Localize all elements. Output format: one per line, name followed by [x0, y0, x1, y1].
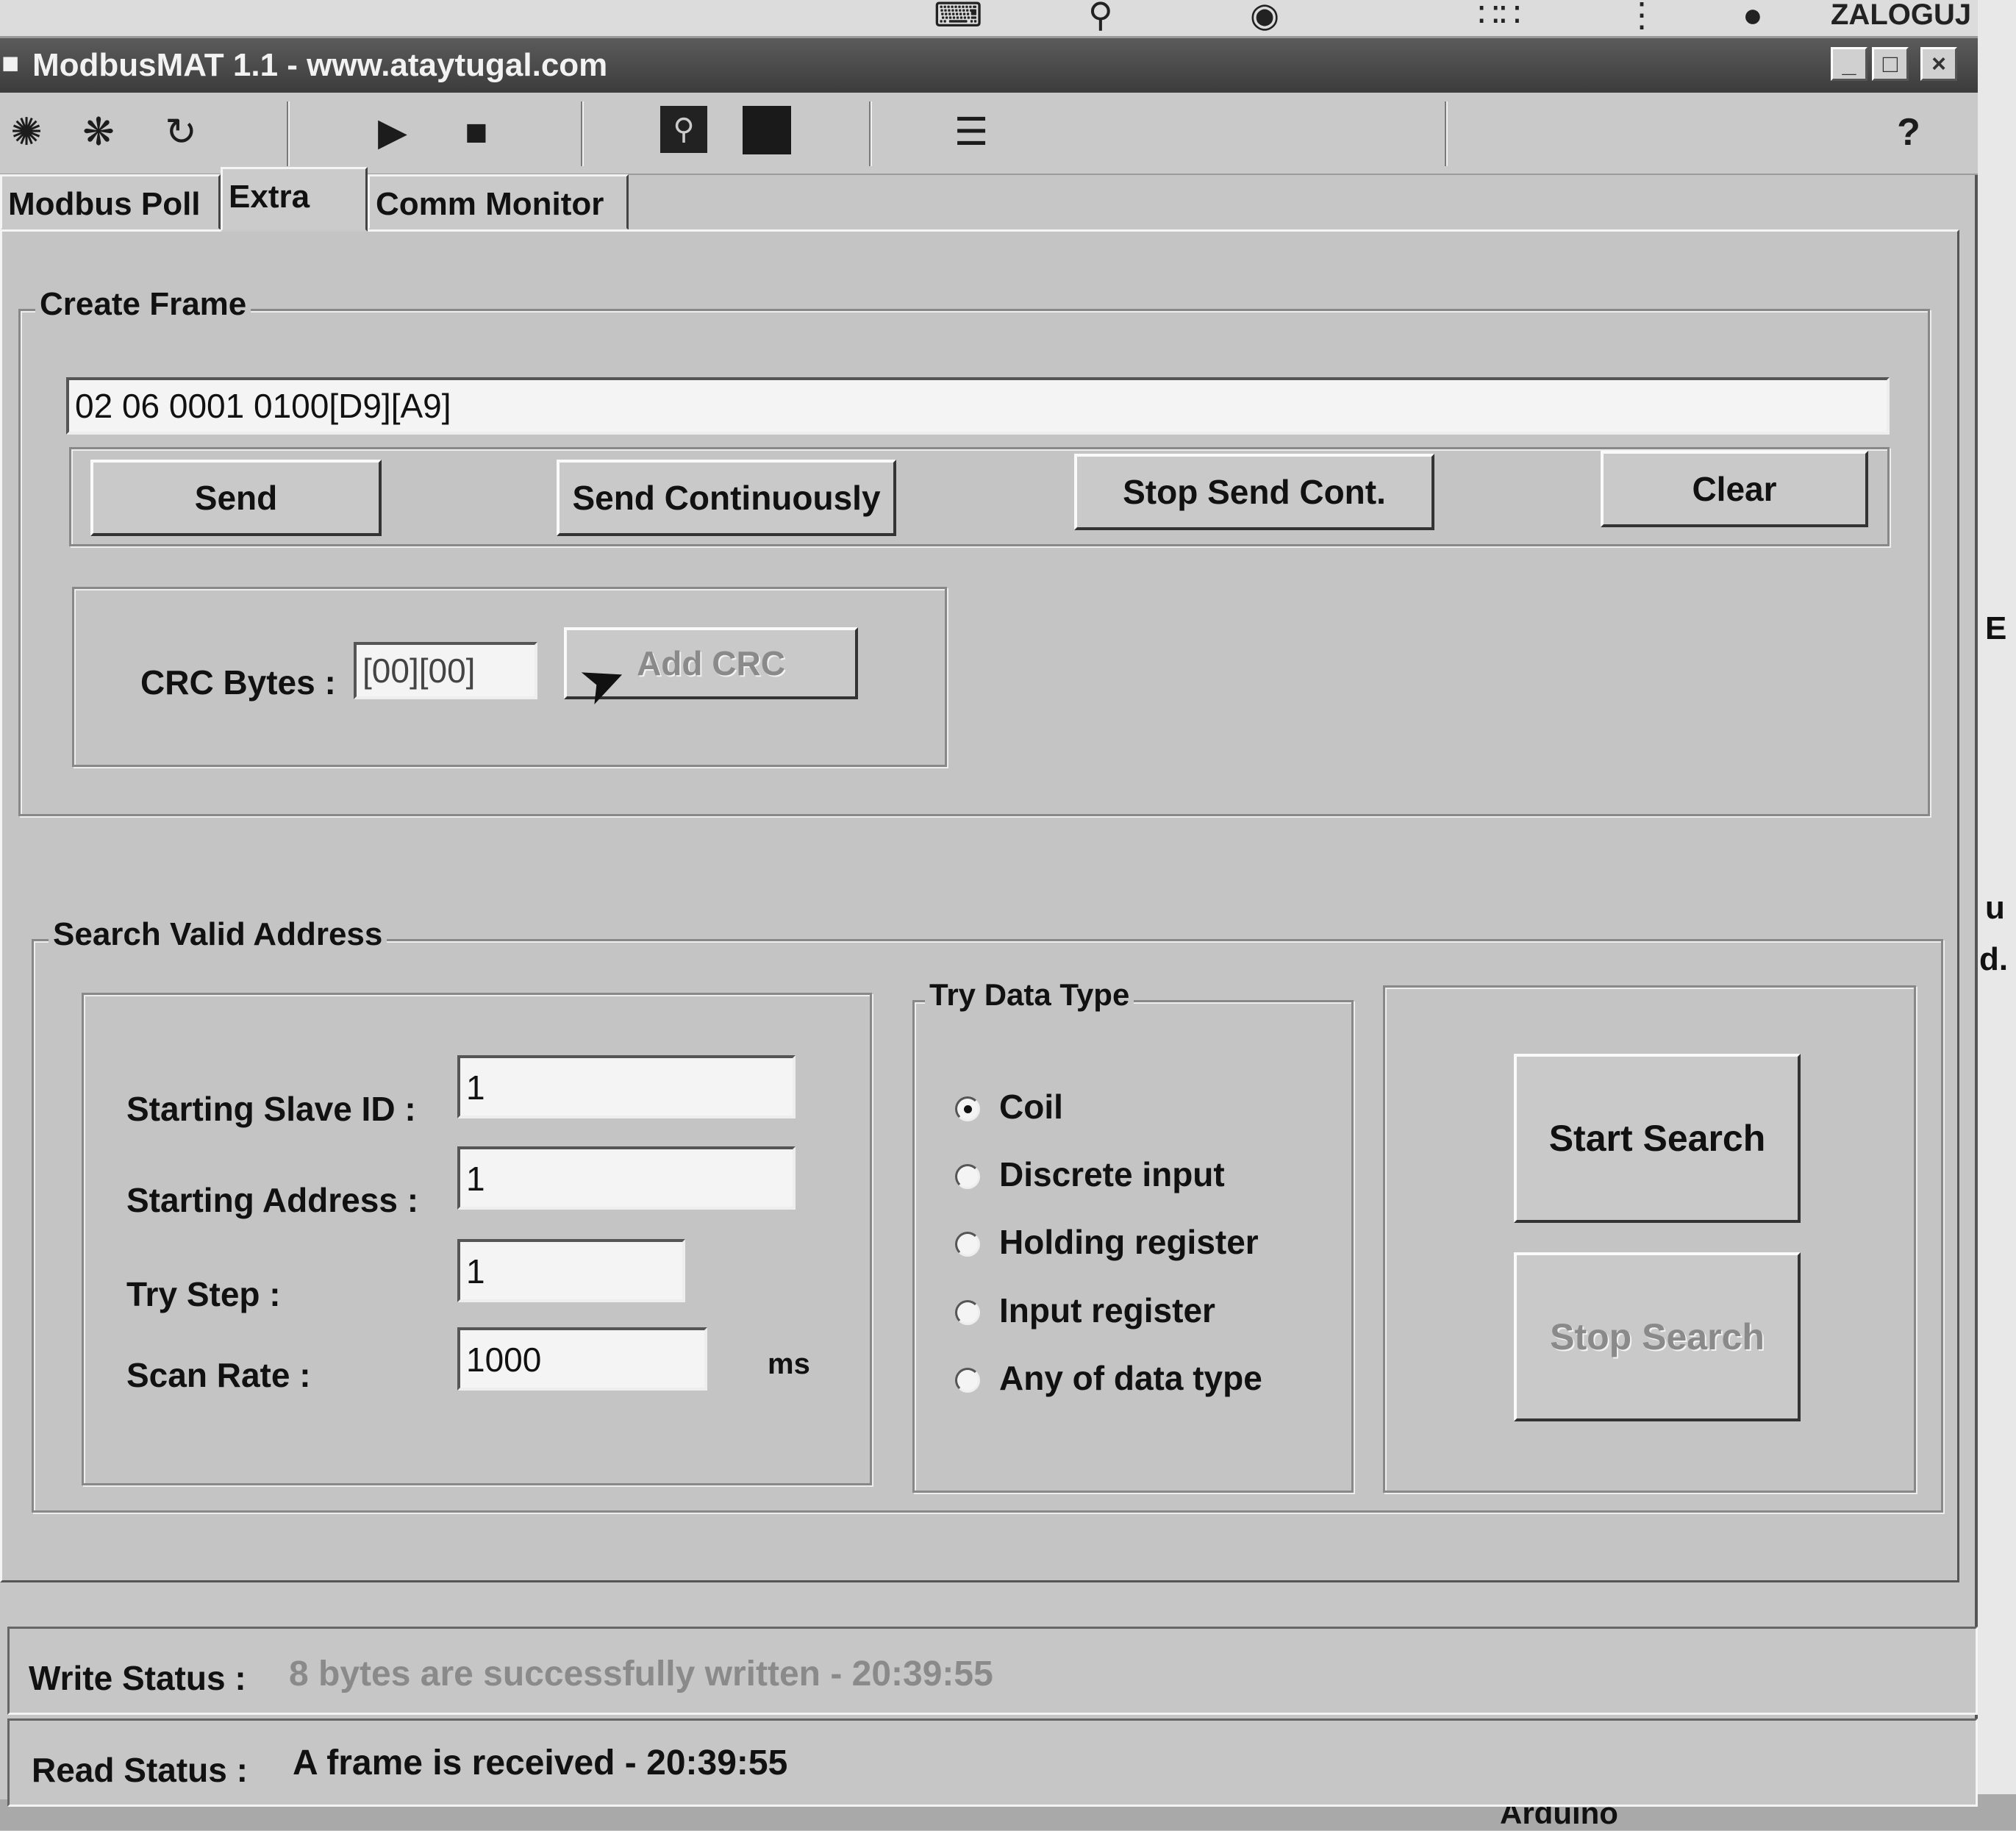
clear-button[interactable]: Clear — [1601, 451, 1868, 527]
read-status-value: A frame is received - 20:39:55 — [293, 1743, 788, 1782]
toolbar: ✺ ❋ ↻ ▶ ■ ⚲ ☰ ? — [0, 93, 1978, 175]
radio-label-coil[interactable]: Coil — [999, 1087, 1063, 1127]
radio-label-discrete-input[interactable]: Discrete input — [999, 1154, 1225, 1194]
create-frame-legend: Create Frame — [35, 286, 251, 323]
radio-coil[interactable] — [955, 1096, 980, 1121]
starting-address-field[interactable]: 1 — [457, 1146, 796, 1210]
radio-label-holding-register[interactable]: Holding register — [999, 1222, 1259, 1262]
crc-bytes-label: CRC Bytes : — [140, 663, 336, 702]
location-icon[interactable]: ◉ — [1250, 0, 1279, 32]
desktop-taskbar: ⌨ ⚲ ◉ ∷∷ ⋮ ● ZALOGUJ — [0, 0, 2016, 38]
write-status-label: Write Status : — [29, 1659, 246, 1697]
window-title: ModbusMAT 1.1 - www.ataytugal.com — [32, 47, 608, 83]
user-avatar-icon: ● — [1742, 0, 1763, 34]
login-text[interactable]: ZALOGUJ — [1831, 0, 1971, 29]
tab-comm-monitor[interactable]: Comm Monitor — [368, 174, 629, 230]
toolbar-separator — [581, 101, 584, 166]
help-icon[interactable]: ? — [1882, 106, 1935, 159]
write-status-bar: Write Status : 8 bytes are successfully … — [7, 1627, 1978, 1715]
radio-discrete-input[interactable] — [955, 1164, 980, 1189]
stop-square-icon[interactable] — [743, 106, 791, 154]
reconnect-icon[interactable]: ↻ — [154, 106, 207, 159]
tab-modbus-poll[interactable]: Modbus Poll — [0, 174, 221, 230]
frame-input[interactable]: 02 06 0001 0100[D9][A9] — [66, 377, 1890, 435]
scan-rate-label: Scan Rate : — [126, 1356, 311, 1394]
start-search-button[interactable]: Start Search — [1514, 1054, 1801, 1223]
try-data-type-group: Try Data Type Coil Discrete input Holdin… — [912, 977, 1354, 1493]
grid-icon[interactable]: ∷∷ — [1478, 0, 1521, 32]
play-icon[interactable]: ▶ — [366, 106, 419, 159]
read-status-bar: Read Status : A frame is received - 20:3… — [7, 1718, 1978, 1807]
search-buttons-panel: Start Search Stop Search — [1383, 985, 1916, 1493]
app-window: ■ ModbusMAT 1.1 - www.ataytugal.com _ □ … — [0, 38, 1978, 1807]
try-step-label: Try Step : — [126, 1275, 281, 1313]
background-text: E — [1985, 610, 2007, 646]
radio-any-data-type[interactable] — [955, 1368, 980, 1393]
list-icon[interactable]: ☰ — [945, 106, 998, 159]
scan-rate-unit: ms — [768, 1348, 810, 1380]
close-icon[interactable]: × — [1920, 47, 1957, 81]
toolbar-separator — [287, 101, 290, 166]
crc-panel: CRC Bytes : [00][00] Add CRC ➤ — [72, 587, 947, 767]
scan-rate-field[interactable]: 1000 — [457, 1327, 707, 1391]
radio-input-register[interactable] — [955, 1300, 980, 1325]
starting-slave-id-label: Starting Slave ID : — [126, 1090, 416, 1128]
search-params-panel: Starting Slave ID : 1 Starting Address :… — [82, 993, 872, 1485]
radio-holding-register[interactable] — [955, 1232, 980, 1257]
minimize-icon[interactable]: _ — [1831, 47, 1867, 81]
background-window-edge: E u d. — [1978, 0, 2016, 1830]
more-vert-icon[interactable]: ⋮ — [1625, 0, 1659, 32]
starting-slave-id-field[interactable]: 1 — [457, 1055, 796, 1118]
radio-label-any-data-type[interactable]: Any of data type — [999, 1358, 1262, 1398]
app-icon: ■ — [1, 47, 20, 79]
search-valid-address-group: Search Valid Address Starting Slave ID :… — [32, 916, 1943, 1513]
connect-icon[interactable]: ✺ — [0, 106, 53, 159]
background-text: u — [1985, 890, 2005, 926]
starting-address-label: Starting Address : — [126, 1181, 419, 1219]
tab-extra[interactable]: Extra — [221, 167, 368, 232]
write-status-value: 8 bytes are successfully written - 20:39… — [289, 1655, 993, 1693]
frame-buttons-bar: Send Send Continuously Stop Send Cont. C… — [69, 447, 1890, 546]
crc-bytes-field[interactable]: [00][00] — [354, 642, 537, 699]
send-continuously-button[interactable]: Send Continuously — [557, 460, 896, 536]
disconnect-icon[interactable]: ❋ — [72, 106, 125, 159]
read-status-label: Read Status : — [32, 1751, 248, 1789]
title-bar[interactable]: ■ ModbusMAT 1.1 - www.ataytugal.com _ □ … — [0, 38, 1978, 93]
toolbar-separator — [869, 101, 872, 166]
tab-panel-extra: Create Frame 02 06 0001 0100[D9][A9] Sen… — [0, 229, 1959, 1582]
search-icon[interactable]: ⚲ — [660, 106, 707, 153]
stop-icon[interactable]: ■ — [450, 106, 503, 159]
create-frame-group: Create Frame 02 06 0001 0100[D9][A9] Sen… — [18, 286, 1930, 816]
search-valid-address-legend: Search Valid Address — [49, 916, 387, 953]
try-step-field[interactable]: 1 — [457, 1239, 685, 1302]
stop-search-button[interactable]: Stop Search — [1514, 1252, 1801, 1421]
send-button[interactable]: Send — [90, 460, 382, 536]
try-data-type-legend: Try Data Type — [925, 977, 1134, 1013]
toolbar-separator — [1445, 101, 1448, 166]
magnifier-icon[interactable]: ⚲ — [1088, 0, 1113, 32]
background-text: d. — [1979, 941, 2009, 977]
radio-label-input-register[interactable]: Input register — [999, 1291, 1215, 1330]
keyboard-icon[interactable]: ⌨ — [934, 0, 982, 32]
stop-send-cont-button[interactable]: Stop Send Cont. — [1074, 454, 1434, 530]
maximize-icon[interactable]: □ — [1872, 47, 1909, 81]
